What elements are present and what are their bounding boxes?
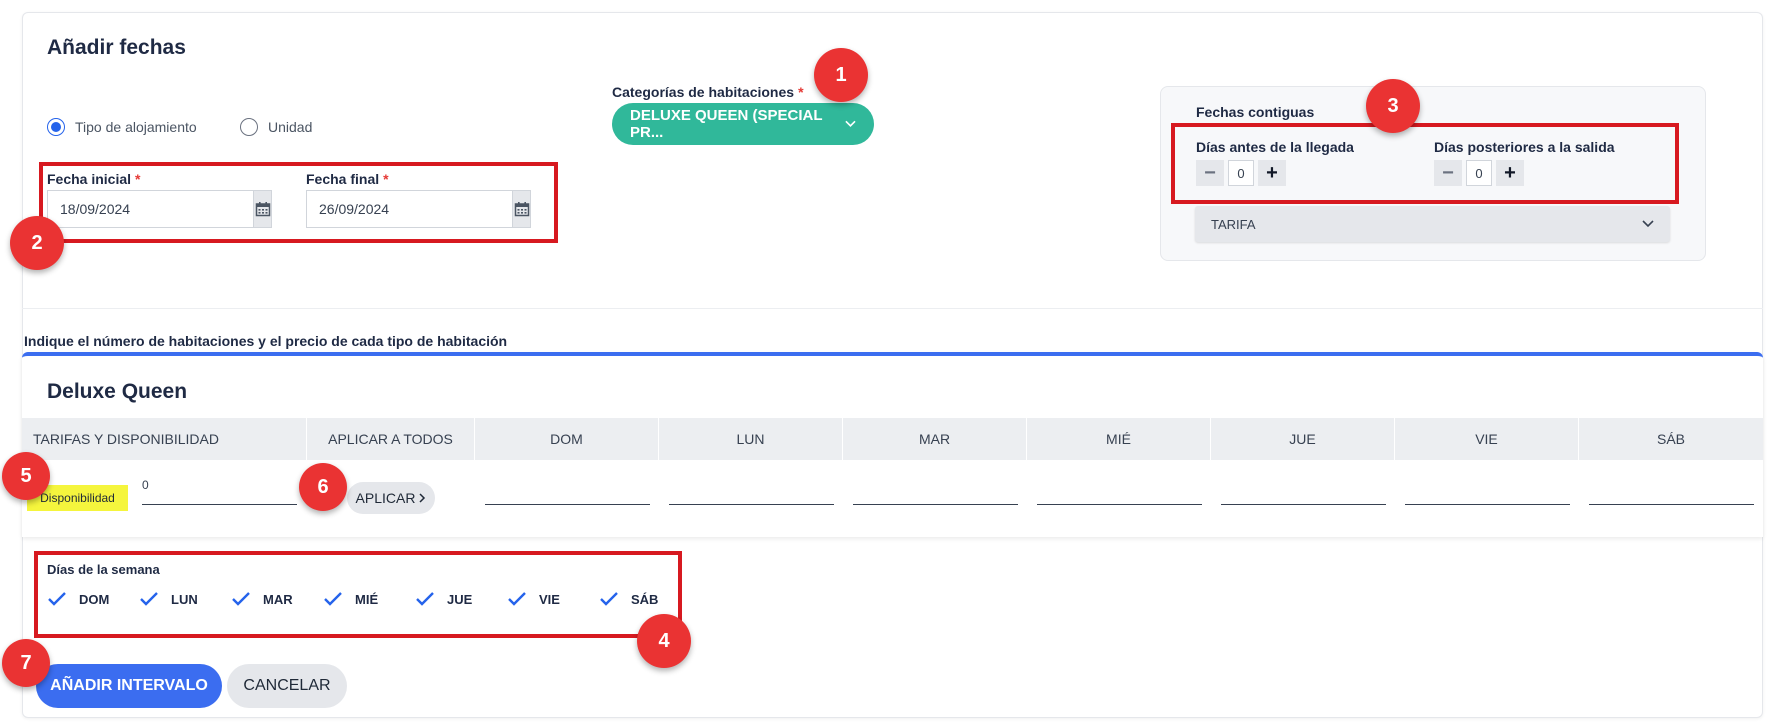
cancel-button[interactable]: CANCELAR	[227, 664, 347, 708]
contiguous-dates-title: Fechas contiguas	[1196, 104, 1315, 120]
radio-indicator[interactable]	[240, 118, 258, 136]
annotation-badge-7: 7	[2, 639, 50, 687]
room-categories-label: Categorías de habitaciones *	[612, 84, 804, 100]
add-interval-button[interactable]: AÑADIR INTERVALO	[36, 664, 222, 708]
day-input-mie[interactable]	[1037, 504, 1202, 505]
room-categories-dropdown[interactable]: DELUXE QUEEN (SPECIAL PR...	[612, 103, 874, 145]
day-input-lun[interactable]	[669, 504, 834, 505]
header-rates-availability: TARIFAS Y DISPONIBILIDAD	[22, 418, 307, 460]
rooms-hint: Indique el número de habitaciones y el p…	[24, 333, 508, 349]
header-apply-all: APLICAR A TODOS	[307, 418, 475, 460]
day-input-jue[interactable]	[1221, 504, 1386, 505]
annotation-badge-4: 4	[637, 614, 691, 668]
annotation-box-contiguous	[1171, 123, 1679, 204]
radio-label: Tipo de alojamiento	[75, 119, 197, 135]
rates-table-header: TARIFAS Y DISPONIBILIDAD APLICAR A TODOS…	[22, 418, 1763, 460]
annotation-badge-2: 2	[10, 216, 64, 270]
chevron-down-icon	[845, 120, 856, 127]
header-mie: MIÉ	[1027, 418, 1211, 460]
rate-select-value: TARIFA	[1211, 216, 1256, 232]
header-mar: MAR	[843, 418, 1027, 460]
annotation-box-dates	[39, 162, 558, 243]
availability-input[interactable]: 0	[142, 478, 149, 492]
day-input-dom[interactable]	[485, 504, 650, 505]
radio-indicator-checked[interactable]	[47, 118, 65, 136]
annotation-badge-3: 3	[1366, 79, 1420, 133]
apply-button[interactable]: APLICAR	[347, 482, 435, 514]
annotation-badge-5: 5	[2, 452, 50, 500]
day-input-vie[interactable]	[1405, 504, 1570, 505]
annotation-badge-1: 1	[814, 48, 868, 102]
header-jue: JUE	[1211, 418, 1395, 460]
chevron-down-icon	[1642, 220, 1654, 228]
header-lun: LUN	[659, 418, 843, 460]
room-type-title: Deluxe Queen	[47, 380, 188, 403]
day-input-mar[interactable]	[853, 504, 1018, 505]
rate-select[interactable]: TARIFA	[1195, 206, 1670, 242]
annotation-badge-6: 6	[299, 463, 347, 511]
chevron-right-icon	[419, 493, 426, 503]
radio-label: Unidad	[268, 119, 313, 135]
availability-input-underline	[142, 504, 297, 505]
room-categories-selected: DELUXE QUEEN (SPECIAL PR...	[630, 107, 823, 141]
header-dom: DOM	[475, 418, 659, 460]
header-vie: VIE	[1395, 418, 1579, 460]
room-type-card: Deluxe Queen TARIFAS Y DISPONIBILIDAD AP…	[22, 352, 1763, 537]
header-sab: SÁB	[1656, 431, 1685, 447]
radio-accommodation-type[interactable]: Tipo de alojamiento	[47, 118, 197, 136]
page-title: Añadir fechas	[47, 36, 186, 59]
annotation-box-weekdays	[34, 551, 682, 638]
day-input-sab[interactable]	[1589, 504, 1754, 505]
radio-unit[interactable]: Unidad	[240, 118, 312, 136]
divider	[22, 308, 1763, 309]
